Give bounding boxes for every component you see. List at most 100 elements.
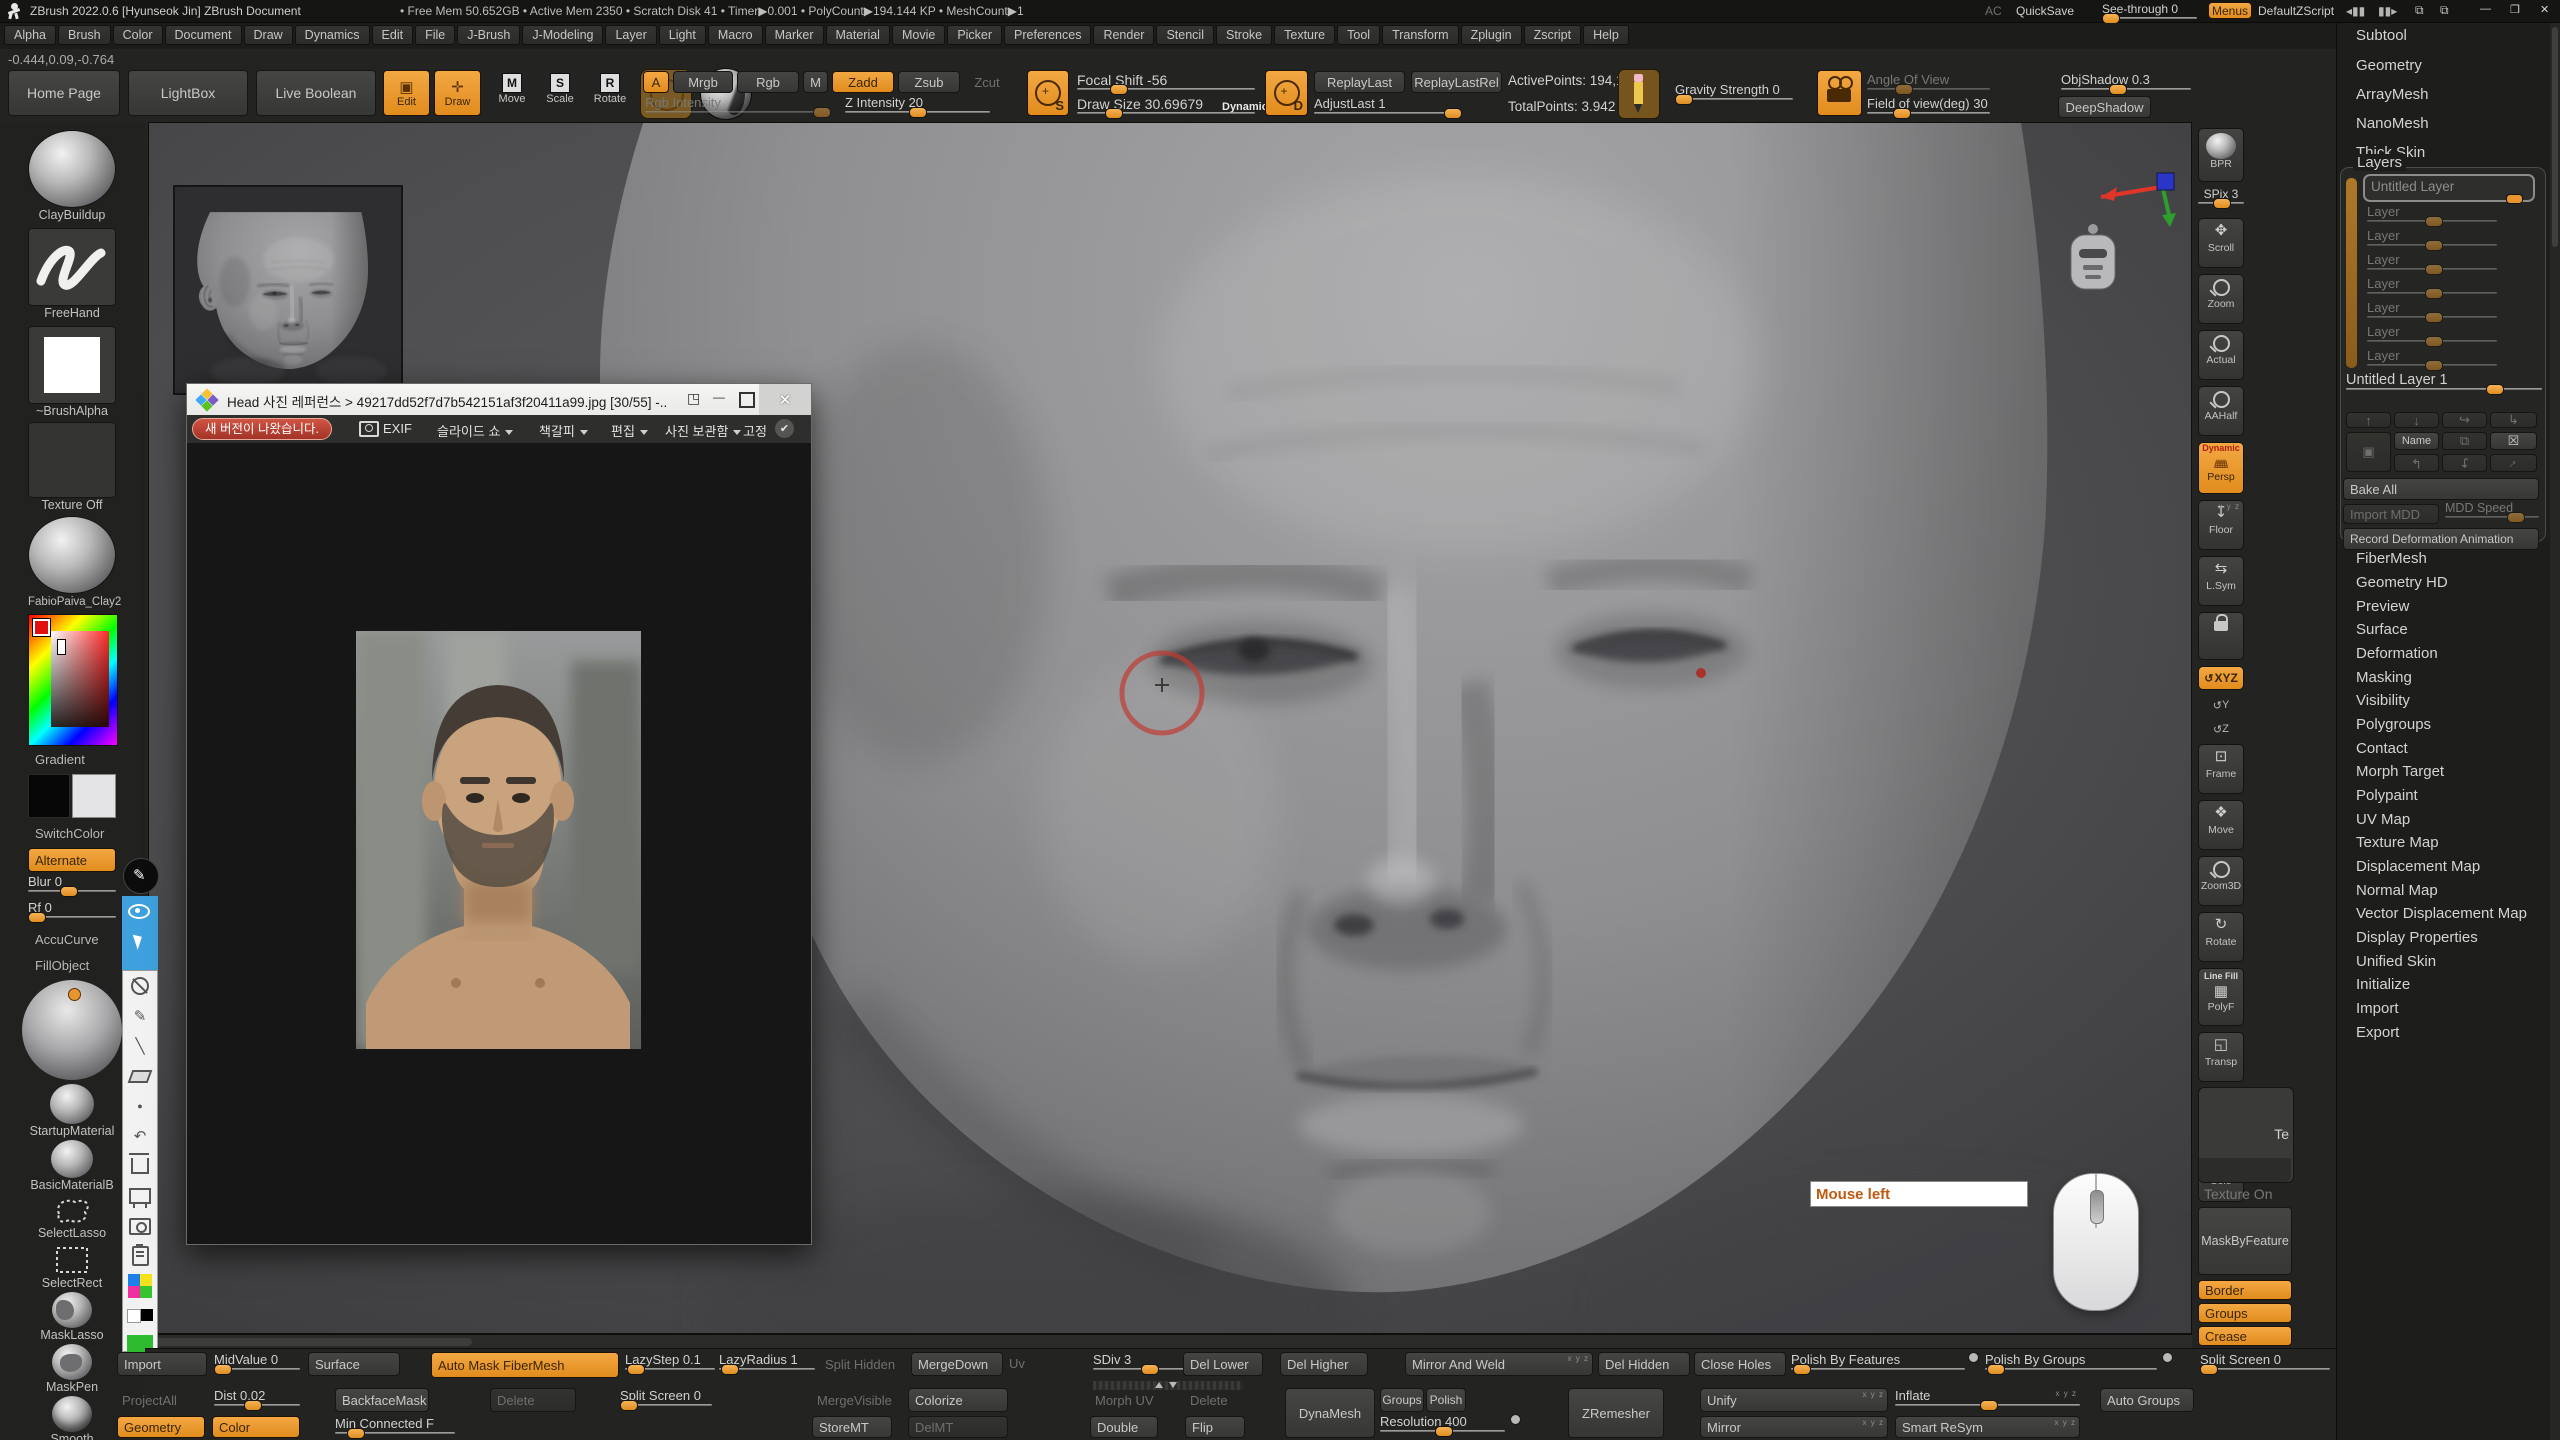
auto-mask-fibermesh-button[interactable]: Auto Mask FiberMesh xyxy=(431,1352,619,1378)
scale-mode-button[interactable]: SScale xyxy=(540,73,580,105)
scroll-button[interactable]: Scroll xyxy=(2198,218,2244,268)
y-rotate-button[interactable]: Y xyxy=(2198,694,2244,716)
alternate-button[interactable]: Alternate xyxy=(28,848,116,872)
secondary-color-swatch[interactable] xyxy=(72,774,116,818)
home-page-button[interactable]: Home Page xyxy=(8,70,120,116)
sdiv-slider[interactable]: SDiv 3 xyxy=(1093,1352,1195,1370)
section-arraymesh[interactable]: ArrayMesh xyxy=(2356,86,2429,103)
layer-row-2[interactable]: Layer xyxy=(2367,228,2497,246)
texture-selector[interactable]: Texture Off xyxy=(28,422,116,512)
brush-selector[interactable]: ClayBuildup xyxy=(28,130,116,222)
smart-resym-button[interactable]: Smart ReSymx y z xyxy=(1895,1416,2080,1438)
startup-material-thumb[interactable] xyxy=(50,1084,94,1124)
dynamesh-button[interactable]: DynaMesh xyxy=(1285,1388,1375,1438)
layer-row-3[interactable]: Layer xyxy=(2367,252,2497,270)
lazystep-slider[interactable]: LazyStep 0.1 xyxy=(625,1352,715,1370)
panel-scrollbar[interactable] xyxy=(2550,23,2560,1440)
section-vector-displacement[interactable]: Vector Displacement Map xyxy=(2356,905,2527,922)
colorize-button[interactable]: Colorize xyxy=(908,1388,1008,1412)
layers-scroll-bar[interactable] xyxy=(2346,178,2357,368)
eraser-icon[interactable] xyxy=(123,1061,157,1091)
section-unified-skin[interactable]: Unified Skin xyxy=(2356,953,2436,970)
mirror-button[interactable]: Mirrorx y z xyxy=(1700,1416,1888,1438)
layer-new-button[interactable] xyxy=(2346,432,2391,472)
z-rotate-button[interactable]: Z xyxy=(2198,718,2244,740)
window-layout2-icon[interactable] xyxy=(2440,3,2449,18)
pin-button[interactable]: 고정 xyxy=(743,421,767,440)
panel-scrollbar-handle[interactable] xyxy=(2552,27,2558,247)
layer-row-6[interactable]: Layer xyxy=(2367,324,2497,342)
zscript-button[interactable]: DefaultZScript xyxy=(2258,4,2334,18)
section-deformation[interactable]: Deformation xyxy=(2356,645,2438,662)
see-through-slider[interactable]: See-through 0 xyxy=(2102,1,2197,19)
actual-button[interactable]: Actual xyxy=(2198,330,2244,380)
menu-zscript[interactable]: Zscript xyxy=(1524,25,1582,45)
section-preview[interactable]: Preview xyxy=(2356,598,2409,615)
menu-alpha[interactable]: Alpha xyxy=(4,25,56,45)
quicksave-button[interactable]: QuickSave xyxy=(2016,4,2074,18)
color-button[interactable]: Color xyxy=(212,1416,300,1438)
startup-material-item[interactable]: StartupMaterial xyxy=(28,1084,116,1138)
polyf-button[interactable]: Line FillPolyF xyxy=(2198,968,2244,1026)
aahalf-button[interactable]: AAHalf xyxy=(2198,386,2244,436)
replay-last-rel-button[interactable]: ReplayLastRel xyxy=(1411,71,1502,93)
menu-zplugin[interactable]: Zplugin xyxy=(1461,25,1522,45)
mdd-speed-slider[interactable]: MDD Speed xyxy=(2445,500,2539,518)
undo-icon[interactable] xyxy=(123,1121,157,1151)
stroke-selector[interactable]: FreeHand xyxy=(28,228,116,320)
frame-button[interactable]: Frame xyxy=(2198,744,2244,794)
section-polygroups[interactable]: Polygroups xyxy=(2356,716,2431,733)
fill-object-button[interactable]: FillObject xyxy=(28,954,116,976)
minimize-button[interactable] xyxy=(2480,3,2491,15)
storemt-button[interactable]: StoreMT xyxy=(812,1416,892,1438)
menu-picker[interactable]: Picker xyxy=(947,25,1002,45)
switch-color-button[interactable]: SwitchColor xyxy=(28,822,116,844)
layer-delete-button[interactable] xyxy=(2490,432,2537,450)
del-hidden-button[interactable]: Del Hidden xyxy=(1598,1352,1690,1376)
menu-color[interactable]: Color xyxy=(113,25,163,45)
flip-button[interactable]: Flip xyxy=(1185,1416,1245,1438)
edit-mode-button[interactable]: Edit xyxy=(383,70,430,116)
basic-material-thumb[interactable] xyxy=(51,1140,93,1178)
dynamic-draw-size-button[interactable]: +D xyxy=(1265,70,1308,116)
pen-tool-icon[interactable] xyxy=(123,858,159,894)
section-visibility[interactable]: Visibility xyxy=(2356,692,2410,709)
active-layer-intensity[interactable] xyxy=(2506,194,2523,204)
current-material-ball[interactable] xyxy=(22,980,122,1080)
split-screen2-slider[interactable]: Split Screen 0 xyxy=(620,1388,712,1406)
bake-all-button[interactable]: Bake All xyxy=(2343,478,2539,500)
update-banner-button[interactable]: 새 버전이 나왔습니다. xyxy=(192,418,332,440)
photo-close-button[interactable] xyxy=(759,384,811,415)
accucurve-button[interactable]: AccuCurve xyxy=(28,928,116,950)
line-tool-icon[interactable] xyxy=(123,1031,157,1061)
bookmark-menu[interactable]: 책갈피 xyxy=(539,421,588,440)
m-button[interactable]: M xyxy=(803,71,828,93)
section-polypaint[interactable]: Polypaint xyxy=(2356,787,2418,804)
lazyradius-slider[interactable]: LazyRadius 1 xyxy=(719,1352,815,1370)
mergevisible-button[interactable]: MergeVisible xyxy=(812,1388,896,1412)
xyz-rotate-button[interactable]: XYZ xyxy=(2198,666,2244,690)
menu-tool[interactable]: Tool xyxy=(1337,25,1380,45)
photo-viewer-titlebar[interactable]: Head 사진 레퍼런스 > 49217dd52f7d7b542151af3f2… xyxy=(187,384,811,416)
menu-material[interactable]: Material xyxy=(826,25,890,45)
canvas-scrollbar-handle[interactable] xyxy=(152,1338,472,1346)
dist-slider[interactable]: Dist 0.02 xyxy=(214,1388,300,1406)
color-picker[interactable] xyxy=(28,614,118,746)
layer-redo-button[interactable] xyxy=(2442,412,2487,428)
groups-button[interactable]: Groups xyxy=(1380,1388,1424,1412)
border-button[interactable]: Border xyxy=(2198,1280,2292,1300)
divider-right-icon[interactable]: ▮▮▸ xyxy=(2378,4,2397,18)
unify-button[interactable]: Unifyx y z xyxy=(1700,1388,1888,1412)
texture-thumb-box[interactable]: Te xyxy=(2198,1087,2294,1183)
projectall-button[interactable]: ProjectAll xyxy=(117,1388,201,1412)
photo-minimize-icon[interactable] xyxy=(713,390,725,404)
gradient-button[interactable]: Gradient xyxy=(28,748,116,770)
menu-stencil[interactable]: Stencil xyxy=(1156,25,1214,45)
focal-shift-slider[interactable]: Focal Shift -56 xyxy=(1077,72,1255,90)
move-mode-button[interactable]: MMove xyxy=(492,73,532,105)
menu-jbrush[interactable]: J-Brush xyxy=(457,25,520,45)
transp-button[interactable]: Transp xyxy=(2198,1032,2244,1082)
menu-render[interactable]: Render xyxy=(1093,25,1154,45)
obj-shadow-slider[interactable]: ObjShadow 0.3 xyxy=(2061,72,2191,90)
floor-button[interactable]: x y zFloor xyxy=(2198,500,2244,550)
